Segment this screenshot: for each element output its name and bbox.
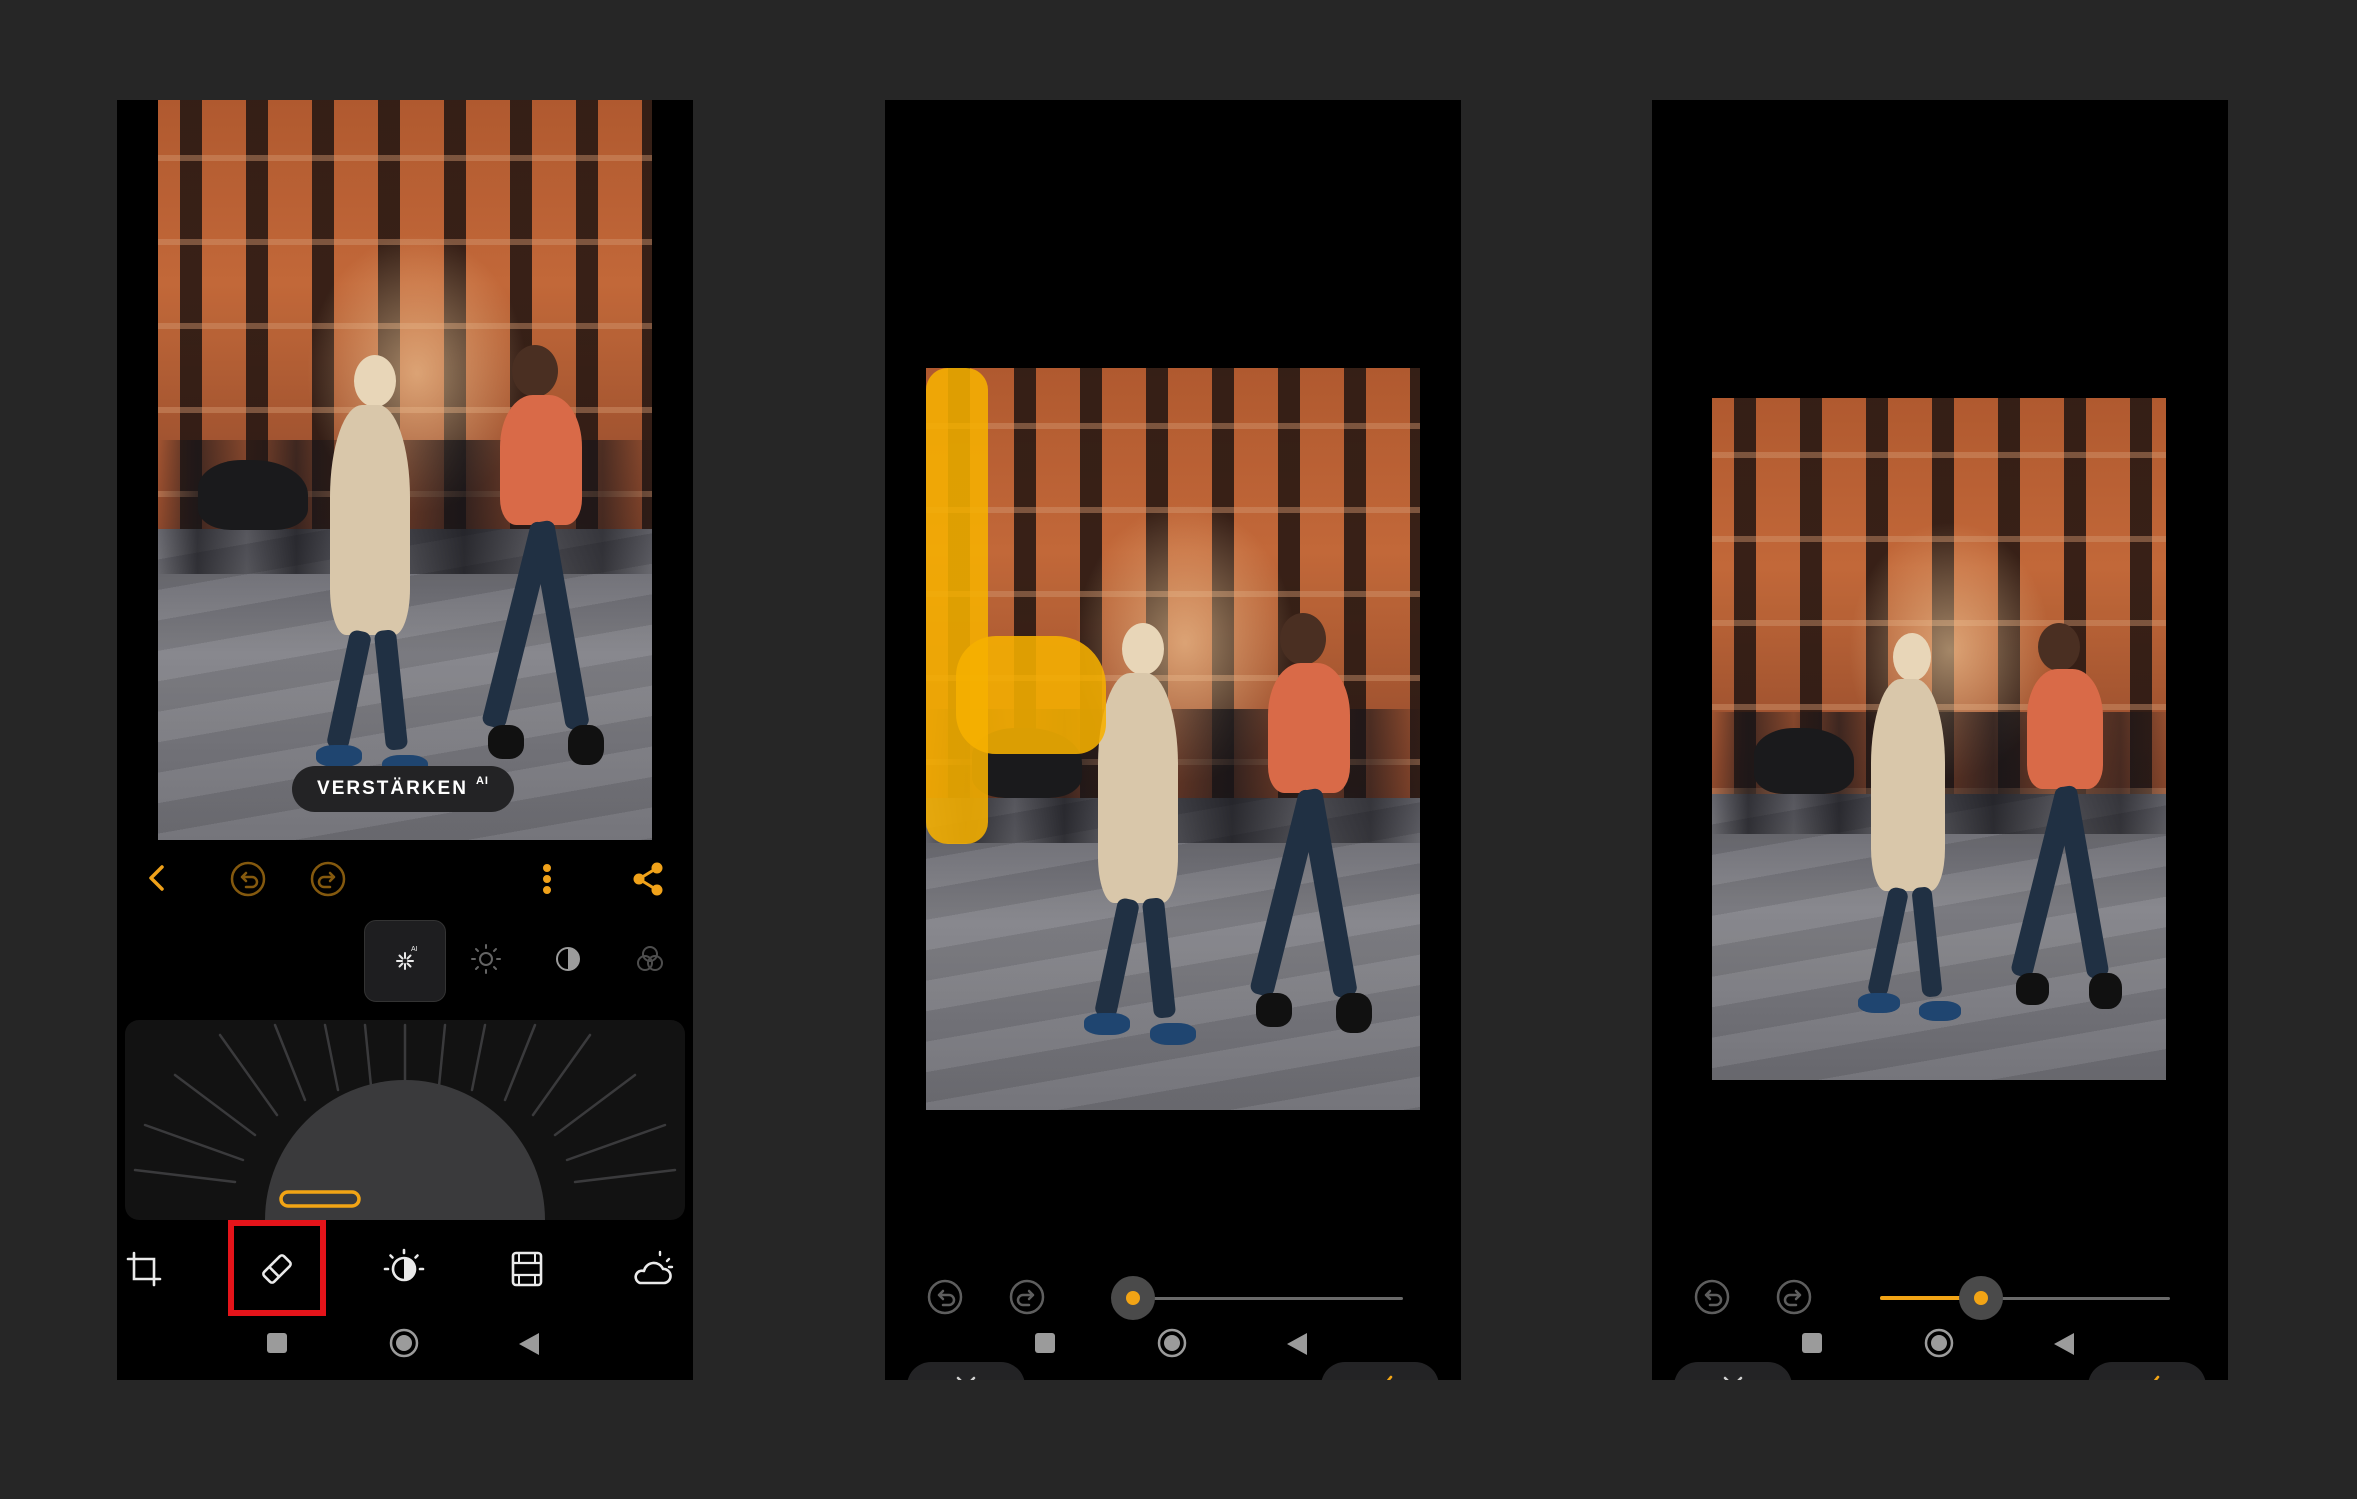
photo-person-right bbox=[1246, 613, 1372, 1033]
contrast-icon[interactable] bbox=[551, 942, 585, 976]
system-nav bbox=[1652, 1312, 2228, 1380]
redo-icon[interactable] bbox=[309, 860, 347, 898]
back-triangle-icon[interactable] bbox=[518, 1332, 540, 1356]
svg-text:AI: AI bbox=[411, 946, 418, 953]
intensity-dial[interactable] bbox=[125, 1020, 685, 1220]
back-triangle-icon[interactable] bbox=[1286, 1332, 1308, 1356]
photo-motorcycle bbox=[198, 460, 308, 530]
enhance-ai-button[interactable]: VERSTÄRKEN AI bbox=[292, 766, 514, 812]
share-icon[interactable] bbox=[631, 860, 665, 898]
eraser-brush-screen bbox=[885, 100, 1461, 1380]
eraser-highlight-frame bbox=[228, 1220, 326, 1316]
home-icon[interactable] bbox=[388, 1327, 420, 1359]
ai-badge: AI bbox=[475, 775, 489, 787]
undo-icon[interactable] bbox=[1693, 1278, 1731, 1316]
photo-person-left bbox=[316, 355, 428, 785]
photo-person-right bbox=[2007, 623, 2122, 1013]
recent-apps-icon[interactable] bbox=[266, 1332, 288, 1354]
undo-icon[interactable] bbox=[926, 1278, 964, 1316]
eraser-result-screen bbox=[1652, 100, 2228, 1380]
recent-apps-icon[interactable] bbox=[1034, 1332, 1056, 1354]
photo-person-right bbox=[478, 345, 604, 765]
photo-preview[interactable] bbox=[926, 368, 1420, 1110]
color-icon[interactable] bbox=[633, 942, 667, 976]
brightness-icon[interactable] bbox=[469, 942, 503, 976]
ai-enhance-icon: AI bbox=[387, 943, 423, 979]
redo-icon[interactable] bbox=[1775, 1278, 1813, 1316]
home-icon[interactable] bbox=[1923, 1327, 1955, 1359]
undo-icon[interactable] bbox=[229, 860, 267, 898]
enhance-label: VERSTÄRKEN bbox=[317, 778, 468, 799]
photo-motorcycle bbox=[1754, 728, 1854, 794]
erase-mask-people bbox=[956, 636, 1106, 754]
weather-icon[interactable] bbox=[619, 1236, 685, 1302]
back-triangle-icon[interactable] bbox=[2053, 1332, 2075, 1356]
photo-preview bbox=[158, 100, 652, 840]
exposure-icon[interactable] bbox=[371, 1236, 437, 1302]
photo-person-left bbox=[1858, 633, 1961, 1033]
film-icon[interactable] bbox=[494, 1236, 560, 1302]
photo-preview[interactable] bbox=[1712, 398, 2166, 1080]
back-icon[interactable] bbox=[139, 860, 175, 896]
erase-mask-pole bbox=[926, 368, 988, 844]
editor-screen: VERSTÄRKEN AI AI bbox=[117, 100, 693, 1380]
system-nav bbox=[885, 1312, 1461, 1380]
more-icon[interactable] bbox=[539, 860, 555, 898]
ai-enhance-mode[interactable]: AI bbox=[364, 920, 446, 1002]
tool-tabs bbox=[117, 1226, 693, 1310]
home-icon[interactable] bbox=[1156, 1327, 1188, 1359]
redo-icon[interactable] bbox=[1008, 1278, 1046, 1316]
recent-apps-icon[interactable] bbox=[1801, 1332, 1823, 1354]
crop-icon[interactable] bbox=[117, 1236, 177, 1302]
system-nav bbox=[117, 1312, 693, 1380]
dial-graphic bbox=[133, 1023, 677, 1220]
